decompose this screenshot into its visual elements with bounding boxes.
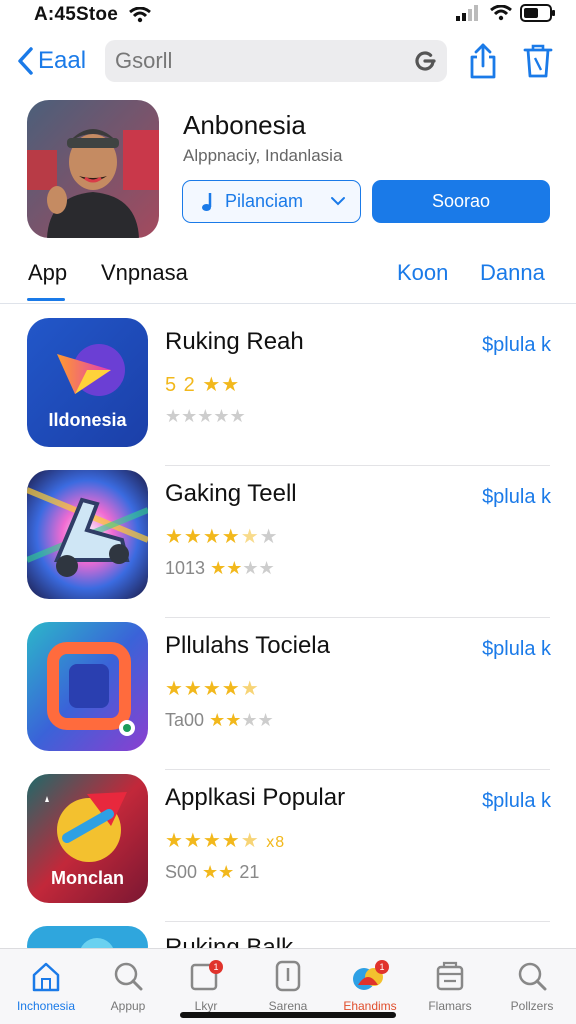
tab-bar-label: Inchonesia: [16, 999, 76, 1013]
tab-danna[interactable]: Danna: [480, 260, 545, 286]
tab-bar-item-apps[interactable]: Appup: [88, 959, 168, 1013]
phone-icon: [275, 960, 301, 992]
app-name: Applkasi Popular: [165, 784, 346, 811]
app-icon: [27, 470, 148, 599]
rating-count-suffix: 21: [239, 862, 260, 882]
rating-stars: ★★★★★: [165, 678, 260, 700]
app-name: Ruking Reah: [165, 328, 304, 355]
price-button[interactable]: $plula k: [482, 790, 551, 813]
search-icon: [114, 962, 143, 991]
search-input[interactable]: Gsorll: [105, 40, 447, 82]
store-icon: [436, 961, 464, 991]
active-tab-indicator: [27, 298, 65, 301]
share-icon[interactable]: [468, 42, 498, 80]
rating-count: Ta00: [165, 710, 205, 730]
list-item[interactable]: Monclan Applkasi Popular $plula k ★★★★★ …: [0, 770, 576, 922]
status-time: A:45Stoe: [34, 4, 152, 26]
back-label: Eaal: [38, 47, 87, 74]
rating-extra: x8: [266, 834, 286, 851]
trash-icon[interactable]: [522, 42, 554, 80]
price-button[interactable]: $plula k: [482, 638, 551, 661]
tab-bar-label: Flamars: [428, 999, 472, 1013]
primary-button[interactable]: Soorao: [372, 180, 550, 223]
chevron-down-icon: [331, 197, 345, 206]
signal-icon: [456, 5, 478, 21]
tab-bar-label: Appup: [110, 999, 146, 1013]
tab-koon[interactable]: Koon: [397, 260, 448, 286]
rating-count: S00: [165, 862, 198, 882]
nav-bar: Eaal Gsorll: [0, 38, 576, 88]
square-logo-icon: [27, 622, 148, 751]
app-name: Gaking Teell: [165, 480, 297, 507]
tab-bar-item-store[interactable]: Flamars: [410, 959, 490, 1013]
app-icon: Ildonesia: [27, 318, 148, 447]
car-game-icon: [27, 470, 148, 599]
app-icon: [27, 622, 148, 751]
music-note-icon: [202, 192, 212, 211]
rating-stars: ★★★★★ x8: [165, 830, 286, 852]
games-icon: 1: [353, 960, 389, 990]
rating-stars-secondary: S00 ★★ 21: [165, 862, 260, 882]
wifi-icon: [490, 5, 512, 21]
tab-bar-item-sarena[interactable]: Sarena: [248, 959, 328, 1013]
app-icon-label: Monclan: [50, 868, 124, 888]
app-thumbnail[interactable]: [27, 100, 159, 238]
google-icon[interactable]: [413, 49, 437, 73]
app-name: Pllulahs Tociela: [165, 632, 330, 659]
tab-app[interactable]: App: [28, 260, 67, 286]
price-button[interactable]: $plula k: [482, 334, 551, 357]
tab-bar-label: Ehandims: [343, 999, 397, 1013]
list-item[interactable]: Gaking Teell $plula k ★★★★★★ 1013 ★★★★: [0, 466, 576, 618]
search-icon: [518, 962, 547, 991]
rating-stars-secondary: ★★★★★: [165, 406, 246, 426]
screen-icon: 1: [190, 960, 223, 991]
rating-stars-secondary: Ta00 ★★★★: [165, 710, 274, 730]
back-button[interactable]: Eaal: [16, 46, 86, 76]
status-icons: [456, 4, 556, 22]
rating-stars-secondary: 1013 ★★★★: [165, 558, 275, 578]
platform-dropdown[interactable]: Pilanciam: [182, 180, 361, 223]
tab-bar-item-games[interactable]: 1 Ehandims: [330, 959, 410, 1013]
person-photo-icon: [27, 100, 159, 238]
rating-count: 1013: [165, 558, 206, 578]
page-title: Anbonesia: [183, 110, 306, 140]
tab-bar-item-lkyr[interactable]: 1 Lkyr: [166, 959, 246, 1013]
page-subtitle: Alppnaciy, Indanlasia: [183, 146, 343, 165]
wifi-icon: [129, 6, 152, 23]
tab-vnpnasa[interactable]: Vnpnasa: [101, 260, 188, 286]
tab-bar-item-search[interactable]: Pollzers: [492, 959, 572, 1013]
segment-tabs: App Vnpnasa Koon Danna: [0, 252, 576, 304]
app-header: Anbonesia Alppnaciy, Indanlasia Pilancia…: [0, 100, 576, 240]
rating-stars: ★★★★★★: [165, 526, 279, 548]
svg-text:1: 1: [213, 962, 218, 972]
rating-stars: 5 2 ★★: [165, 374, 241, 396]
tab-bar-item-home[interactable]: Inchonesia: [6, 959, 86, 1013]
status-bar: A:45Stoe: [0, 0, 576, 30]
dropdown-label: Pilanciam: [225, 191, 304, 211]
tab-bar-label: Lkyr: [194, 999, 218, 1013]
chevron-left-icon: [18, 47, 33, 75]
battery-icon: [520, 4, 555, 22]
home-indicator[interactable]: [180, 1012, 396, 1018]
search-value: Gsorll: [115, 48, 173, 73]
svg-text:1: 1: [379, 962, 384, 972]
list-item[interactable]: Pllulahs Tociela $plula k ★★★★★ Ta00 ★★★…: [0, 618, 576, 770]
home-icon: [32, 962, 60, 992]
app-icon: Monclan: [27, 774, 148, 903]
tab-bar-label: Pollzers: [510, 999, 554, 1013]
app-icon-label: Ildonesia: [48, 410, 127, 430]
price-button[interactable]: $plula k: [482, 486, 551, 509]
tab-bar-label: Sarena: [268, 999, 308, 1013]
list-item[interactable]: Ildonesia Ruking Reah $plula k 5 2 ★★ ★★…: [0, 314, 576, 466]
